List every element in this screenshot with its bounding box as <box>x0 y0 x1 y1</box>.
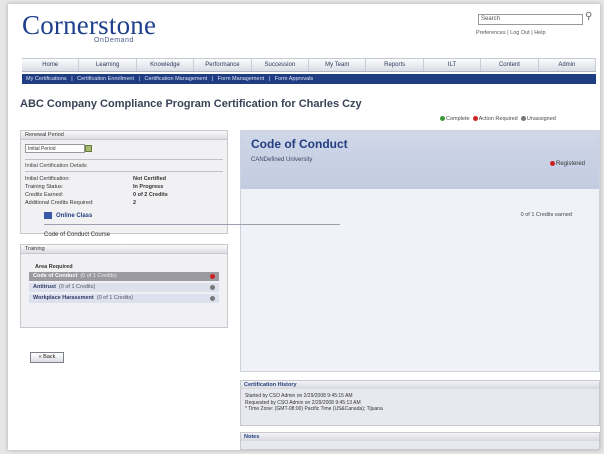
credits-earned: 0 of 1 Credits earned <box>520 212 572 218</box>
action-required-dot-icon <box>472 116 478 122</box>
certification-history-panel: Certification History Started by CSO Adm… <box>240 380 600 426</box>
subnav-my-certifications[interactable]: My Certifications <box>26 76 67 82</box>
nav-item-my-team[interactable]: My Team <box>309 59 367 71</box>
notes-panel: Notes <box>240 432 600 450</box>
legend-unassigned: Unassigned <box>526 116 556 122</box>
online-class-icon <box>44 212 52 219</box>
complete-dot-icon <box>440 116 445 122</box>
training-item-name: Code of Conduct <box>33 273 78 279</box>
area-required-title: Area Required <box>35 264 73 270</box>
registration-status: Registered <box>549 161 585 168</box>
training-detail-panel: Code of Conduct CANDefined University Re… <box>240 130 600 372</box>
subnav-divider: | <box>211 76 214 82</box>
back-button[interactable]: « Back <box>30 352 64 363</box>
detail-key: Additional Credits Required: <box>25 200 94 206</box>
sub-navigation: My Certifications | Certification Enroll… <box>22 74 596 84</box>
detail-row: Credits Earned: 0 of 2 Credits <box>25 191 227 199</box>
training-item-name: Workplace Harassment <box>33 295 94 301</box>
certification-history-header[interactable]: Certification History <box>241 381 599 389</box>
renewal-period-select[interactable]: Initial Period <box>25 144 92 153</box>
page-title: ABC Company Compliance Program Certifica… <box>20 98 362 110</box>
detail-row: Initial Certification: Not Certified <box>25 175 227 183</box>
training-detail-title: Code of Conduct <box>251 137 348 151</box>
legend-complete: Complete <box>446 116 470 122</box>
course-link[interactable]: Code of Conduct Course <box>44 232 110 238</box>
divider <box>44 224 340 225</box>
certification-history-body: Started by CSO Admin on 2/29/2008 9:45:1… <box>245 393 599 413</box>
subnav-certification-management[interactable]: Certification Management <box>145 76 208 82</box>
main-navigation: Home Learning Knowledge Performance Succ… <box>22 58 597 72</box>
training-item-credits: (0 of 1 Credits) <box>80 273 117 279</box>
detail-key: Training Status: <box>25 184 64 190</box>
logo-main-text: Cornerstone <box>22 10 157 40</box>
unassigned-dot-icon <box>210 285 215 290</box>
training-item-antitrust[interactable]: Antitrust (0 of 1 Credits) <box>29 283 219 292</box>
unassigned-dot-icon <box>520 116 526 122</box>
detail-row: Training Status: In Progress <box>25 183 227 191</box>
training-item-credits: (0 of 1 Credits) <box>96 295 134 301</box>
divider <box>25 159 223 160</box>
online-class-heading: Online Class <box>44 212 92 219</box>
subnav-divider: | <box>138 76 140 82</box>
utility-links[interactable]: Preferences | Log Out | Help <box>476 30 546 36</box>
nav-item-knowledge[interactable]: Knowledge <box>137 59 195 71</box>
subnav-divider: | <box>71 76 73 82</box>
registration-status-label: Registered <box>555 161 585 168</box>
training-item-credits: (0 of 1 Credits) <box>58 284 96 290</box>
subnav-form-approvals[interactable]: Form Approvals <box>275 76 314 82</box>
detail-value: 0 of 2 Credits <box>133 192 168 198</box>
training-header: Training <box>21 245 227 254</box>
nav-item-succession[interactable]: Succession <box>252 59 310 71</box>
training-item-name: Antitrust <box>33 284 56 290</box>
nav-item-admin[interactable]: Admin <box>539 59 597 71</box>
status-legend: Complete Action Required Unassigned <box>440 116 556 122</box>
detail-value: Not Certified <box>133 176 166 182</box>
renewal-period-header: Renewal Period <box>21 131 227 140</box>
nav-item-reports[interactable]: Reports <box>366 59 424 71</box>
nav-item-ilt[interactable]: ILT <box>424 59 482 71</box>
detail-key: Credits Earned: <box>25 192 64 198</box>
history-line: * Time Zone: (GMT-08:00) Pacific Time (U… <box>245 406 383 412</box>
notes-header[interactable]: Notes <box>241 433 599 441</box>
subnav-form-management[interactable]: Form Management <box>218 76 264 82</box>
training-item-code-of-conduct[interactable]: Code of Conduct (0 of 1 Credits) <box>29 272 219 281</box>
training-item-workplace-harassment[interactable]: Workplace Harassment (0 of 1 Credits) <box>29 294 219 303</box>
online-class-label: Online Class <box>56 213 93 220</box>
nav-item-content[interactable]: Content <box>481 59 539 71</box>
training-detail-header: Code of Conduct CANDefined University Re… <box>241 131 599 189</box>
details-section-title: Initial Certification Details <box>25 163 87 169</box>
subnav-certification-enrollment[interactable]: Certification Enrollment <box>77 76 134 82</box>
nav-item-performance[interactable]: Performance <box>194 59 252 71</box>
detail-value: 2 <box>133 200 137 206</box>
legend-action-required: Action Required <box>478 116 518 122</box>
app-window: Cornerstone OnDemand Search ⚲ Preference… <box>8 4 600 450</box>
cornerstone-logo[interactable]: Cornerstone OnDemand <box>22 10 156 44</box>
search-icon[interactable]: ⚲ <box>585 12 595 22</box>
nav-item-home[interactable]: Home <box>22 59 80 71</box>
calendar-icon[interactable] <box>85 145 92 152</box>
detail-key: Initial Certification: <box>25 176 70 182</box>
detail-value: In Progress <box>133 184 164 190</box>
divider <box>25 171 223 172</box>
subnav-divider: | <box>268 76 271 82</box>
detail-row: Additional Credits Required: 2 <box>25 199 227 207</box>
unassigned-dot-icon <box>210 296 215 301</box>
training-detail-provider: CANDefined University <box>251 157 313 163</box>
action-required-dot-icon <box>210 274 215 279</box>
nav-item-learning[interactable]: Learning <box>79 59 137 71</box>
training-panel: Training Area Required Code of Conduct (0… <box>20 244 228 328</box>
renewal-period-value: Initial Period <box>28 146 56 152</box>
action-required-dot-icon <box>549 161 555 166</box>
search-input[interactable]: Search <box>478 14 583 25</box>
